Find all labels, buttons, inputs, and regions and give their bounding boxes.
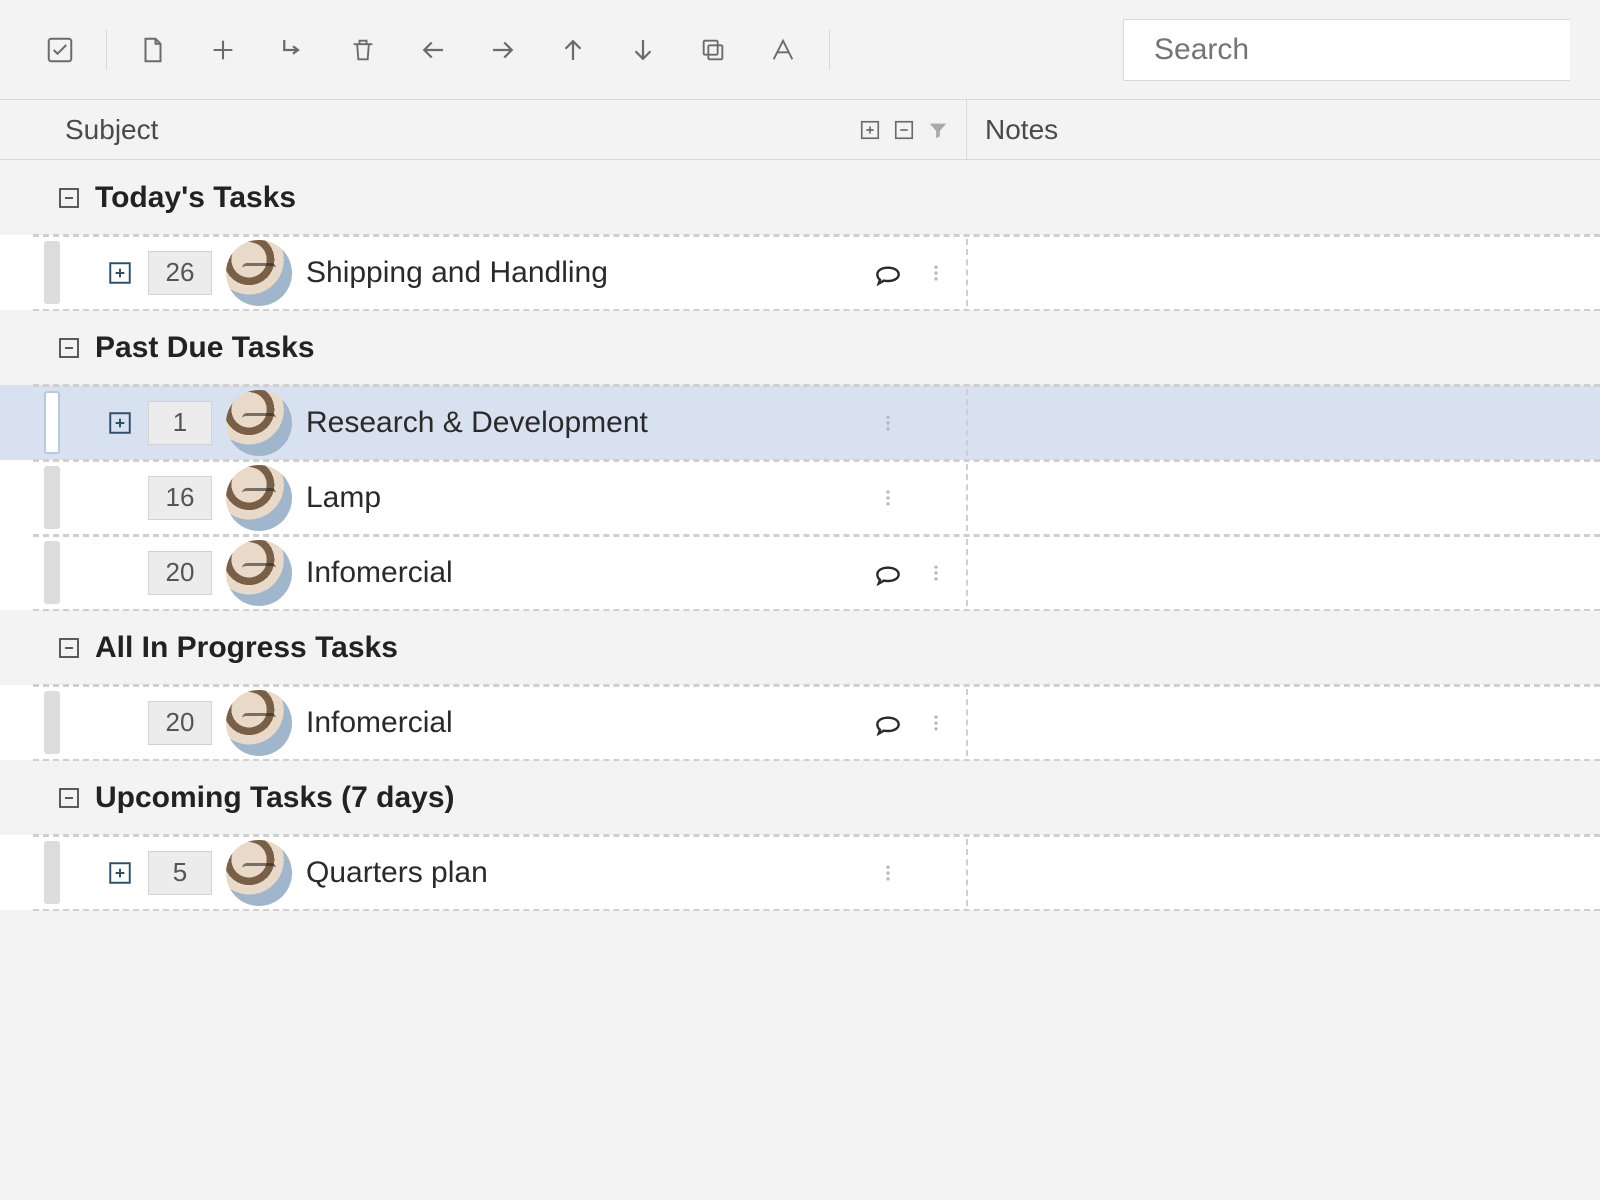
row-gutter	[44, 241, 60, 304]
notes-separator	[966, 539, 968, 606]
toolbar-separator	[829, 30, 830, 70]
row-gutter	[44, 691, 60, 754]
group-row[interactable]: Upcoming Tasks (7 days)	[0, 760, 1600, 835]
kebab-icon[interactable]	[870, 405, 906, 441]
copy-icon[interactable]	[683, 20, 743, 80]
task-number: 5	[148, 851, 212, 895]
notes-separator	[966, 239, 968, 306]
arrow-up-icon[interactable]	[543, 20, 603, 80]
toolbar	[0, 0, 1600, 100]
task-row[interactable]: 1 Research & Development	[0, 385, 1600, 460]
kebab-icon[interactable]	[870, 855, 906, 891]
expand-icon[interactable]	[106, 409, 134, 437]
toolbar-separator	[106, 30, 107, 70]
row-gutter	[44, 841, 60, 904]
kebab-icon[interactable]	[918, 705, 954, 741]
comment-icon[interactable]	[870, 255, 906, 291]
row-gutter	[44, 541, 60, 604]
column-headers: Subject Notes	[0, 100, 1600, 160]
kebab-icon[interactable]	[918, 255, 954, 291]
task-row[interactable]: 20 Infomercial	[0, 685, 1600, 760]
column-notes[interactable]: Notes	[966, 100, 1600, 159]
collapse-all-icon[interactable]	[890, 116, 918, 144]
notes-separator	[966, 389, 968, 456]
search-box[interactable]	[1123, 19, 1570, 81]
comment-icon[interactable]	[870, 555, 906, 591]
search-input[interactable]	[1152, 32, 1542, 68]
add-icon[interactable]	[193, 20, 253, 80]
task-number: 16	[148, 476, 212, 520]
text-style-icon[interactable]	[753, 20, 813, 80]
collapse-icon[interactable]	[55, 784, 83, 812]
task-number: 1	[148, 401, 212, 445]
collapse-icon[interactable]	[55, 184, 83, 212]
task-number: 20	[148, 701, 212, 745]
task-title: Quarters plan	[306, 856, 488, 890]
task-list: Today's Tasks 26 Shipping and Handling	[0, 160, 1600, 910]
group-label: Past Due Tasks	[95, 331, 315, 365]
expand-all-icon[interactable]	[856, 116, 884, 144]
kebab-icon[interactable]	[918, 555, 954, 591]
task-row[interactable]: 26 Shipping and Handling	[0, 235, 1600, 310]
row-gutter	[44, 391, 60, 454]
group-row[interactable]: Today's Tasks	[0, 160, 1600, 235]
group-label: Upcoming Tasks (7 days)	[95, 781, 455, 815]
column-notes-label: Notes	[985, 114, 1058, 146]
avatar[interactable]	[226, 840, 292, 906]
arrow-left-icon[interactable]	[403, 20, 463, 80]
group-label: Today's Tasks	[95, 181, 296, 215]
comment-icon[interactable]	[870, 705, 906, 741]
task-row[interactable]: 16 Lamp	[0, 460, 1600, 535]
notes-separator	[966, 689, 968, 756]
task-title: Infomercial	[306, 556, 453, 590]
task-number: 20	[148, 551, 212, 595]
task-title: Shipping and Handling	[306, 256, 608, 290]
column-subject-label: Subject	[65, 114, 158, 146]
expand-icon[interactable]	[106, 259, 134, 287]
row-gutter	[44, 466, 60, 529]
column-subject[interactable]: Subject	[0, 100, 966, 159]
add-child-icon[interactable]	[263, 20, 323, 80]
notes-separator	[966, 464, 968, 531]
task-title: Infomercial	[306, 706, 453, 740]
new-page-icon[interactable]	[123, 20, 183, 80]
arrow-down-icon[interactable]	[613, 20, 673, 80]
task-title: Lamp	[306, 481, 381, 515]
group-row[interactable]: Past Due Tasks	[0, 310, 1600, 385]
expand-icon[interactable]	[106, 859, 134, 887]
arrow-right-icon[interactable]	[473, 20, 533, 80]
avatar[interactable]	[226, 465, 292, 531]
group-label: All In Progress Tasks	[95, 631, 398, 665]
group-row[interactable]: All In Progress Tasks	[0, 610, 1600, 685]
task-title: Research & Development	[306, 406, 648, 440]
collapse-icon[interactable]	[55, 634, 83, 662]
task-row[interactable]: 5 Quarters plan	[0, 835, 1600, 910]
task-number: 26	[148, 251, 212, 295]
check-icon[interactable]	[30, 20, 90, 80]
trash-icon[interactable]	[333, 20, 393, 80]
avatar[interactable]	[226, 540, 292, 606]
filter-icon[interactable]	[924, 116, 952, 144]
avatar[interactable]	[226, 390, 292, 456]
task-row[interactable]: 20 Infomercial	[0, 535, 1600, 610]
avatar[interactable]	[226, 240, 292, 306]
avatar[interactable]	[226, 690, 292, 756]
collapse-icon[interactable]	[55, 334, 83, 362]
notes-separator	[966, 839, 968, 906]
kebab-icon[interactable]	[870, 480, 906, 516]
